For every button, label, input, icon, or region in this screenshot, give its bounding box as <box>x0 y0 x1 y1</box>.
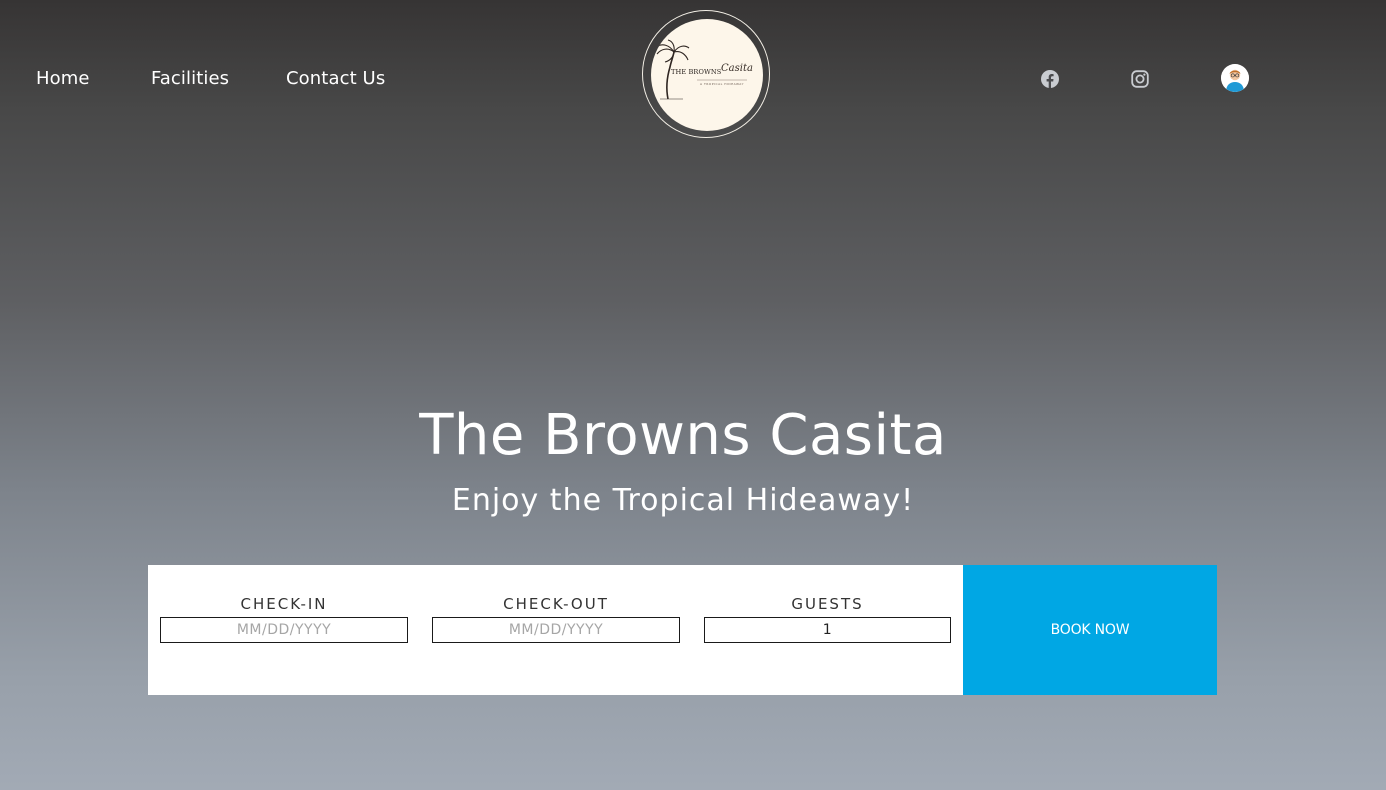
logo-sub-text: A TROPICAL HIDEAWAY <box>700 82 744 86</box>
nav-link-contact[interactable]: Contact Us <box>286 68 385 89</box>
checkin-field: CHECK-IN <box>160 593 408 643</box>
nav-link-facilities[interactable]: Facilities <box>151 68 229 89</box>
checkout-input[interactable] <box>432 617 680 643</box>
nav-link-home[interactable]: Home <box>36 68 90 89</box>
facebook-icon[interactable] <box>1041 70 1059 88</box>
checkin-label: CHECK-IN <box>240 595 328 613</box>
logo-script-text: Casita <box>721 63 753 74</box>
user-avatar[interactable] <box>1221 64 1249 92</box>
booking-form: CHECK-IN CHECK-OUT GUESTS <box>148 565 963 695</box>
logo-main-text: THE BROWNS <box>671 68 722 76</box>
instagram-icon[interactable] <box>1131 70 1149 88</box>
guests-label: GUESTS <box>791 595 864 613</box>
book-now-button[interactable]: BOOK NOW <box>963 565 1217 695</box>
checkin-input[interactable] <box>160 617 408 643</box>
guests-input[interactable] <box>704 617 951 643</box>
guests-field: GUESTS <box>704 593 951 643</box>
checkout-label: CHECK-OUT <box>503 595 609 613</box>
site-logo[interactable]: THE BROWNS Casita A TROPICAL HIDEAWAY <box>651 19 763 131</box>
hero-title: The Browns Casita <box>419 403 947 468</box>
hero-subtitle: Enjoy the Tropical Hideaway! <box>451 483 915 518</box>
checkout-field: CHECK-OUT <box>432 593 680 643</box>
